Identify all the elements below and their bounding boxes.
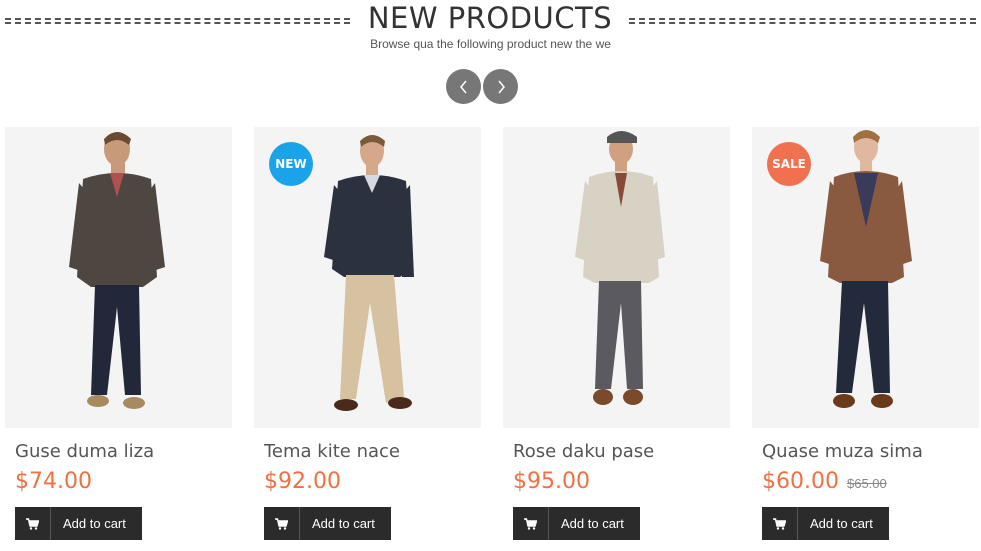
carousel-prev-button[interactable] xyxy=(446,69,481,104)
product-name[interactable]: Guse duma liza xyxy=(15,441,154,462)
section-header: NEW PRODUCTS Browse qua the following pr… xyxy=(0,0,981,60)
product-price: $95.00 xyxy=(513,469,590,494)
product-image[interactable] xyxy=(5,127,232,428)
product-grid: Guse duma liza $74.00 Add to cart NEW Te… xyxy=(0,127,981,551)
product-name[interactable]: Tema kite nace xyxy=(264,441,400,462)
cart-icon xyxy=(15,507,51,540)
product-card: SALE Quase muza sima $60.00 $65.00 Add t… xyxy=(752,127,979,551)
product-image[interactable]: NEW xyxy=(254,127,481,428)
price-row: $74.00 xyxy=(15,469,92,494)
add-to-cart-button[interactable]: Add to cart xyxy=(15,507,142,540)
price-row: $92.00 xyxy=(264,469,341,494)
product-old-price: $65.00 xyxy=(846,476,887,491)
product-price: $92.00 xyxy=(264,469,341,494)
product-card: NEW Tema kite nace $92.00 Add to cart xyxy=(254,127,481,551)
chevron-right-icon xyxy=(497,80,505,93)
section-title: NEW PRODUCTS xyxy=(367,1,613,35)
add-to-cart-button[interactable]: Add to cart xyxy=(264,507,391,540)
carousel-next-button[interactable] xyxy=(483,69,518,104)
product-price: $60.00 xyxy=(762,469,839,494)
cart-icon xyxy=(513,507,549,540)
add-to-cart-label: Add to cart xyxy=(312,516,375,531)
add-to-cart-button[interactable]: Add to cart xyxy=(762,507,889,540)
product-image[interactable]: SALE xyxy=(752,127,979,428)
chevron-left-icon xyxy=(459,80,467,93)
new-badge: NEW xyxy=(269,142,313,186)
price-row: $60.00 $65.00 xyxy=(762,469,887,494)
product-name[interactable]: Rose daku pase xyxy=(513,441,654,462)
decorative-divider-right xyxy=(629,18,976,24)
decorative-divider-left xyxy=(5,18,350,24)
product-card: Rose daku pase $95.00 Add to cart xyxy=(503,127,730,551)
price-row: $95.00 xyxy=(513,469,590,494)
product-price: $74.00 xyxy=(15,469,92,494)
cart-icon xyxy=(762,507,798,540)
add-to-cart-button[interactable]: Add to cart xyxy=(513,507,640,540)
section-subtitle: Browse qua the following product new the… xyxy=(370,37,611,51)
product-name[interactable]: Quase muza sima xyxy=(762,441,923,462)
add-to-cart-label: Add to cart xyxy=(63,516,126,531)
add-to-cart-label: Add to cart xyxy=(561,516,624,531)
add-to-cart-label: Add to cart xyxy=(810,516,873,531)
cart-icon xyxy=(264,507,300,540)
product-card: Guse duma liza $74.00 Add to cart xyxy=(5,127,232,551)
sale-badge: SALE xyxy=(767,142,811,186)
product-image[interactable] xyxy=(503,127,730,428)
